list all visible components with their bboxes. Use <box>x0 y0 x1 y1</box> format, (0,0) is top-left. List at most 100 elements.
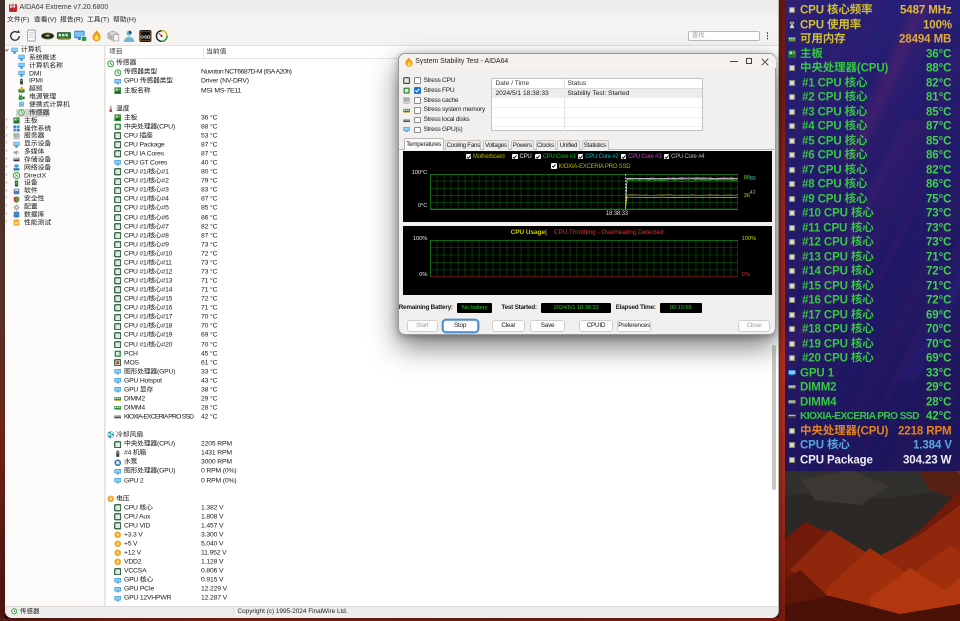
svg-text:CPU #1/: CPU #1/ <box>124 259 149 266</box>
svg-text:88°C: 88°C <box>926 62 951 74</box>
svg-text:#5 CPU: #5 CPU <box>802 135 842 147</box>
svg-text:79 °C: 79 °C <box>201 177 218 185</box>
svg-text:71 °C: 71 °C <box>201 304 218 312</box>
svg-text:CPU #1/: CPU #1/ <box>124 187 149 194</box>
svg-text:CPU: CPU <box>800 19 824 31</box>
svg-text:53 °C: 53 °C <box>201 132 218 140</box>
svg-text:70°C: 70°C <box>926 338 951 350</box>
svg-text:CPU #1/: CPU #1/ <box>124 205 149 212</box>
svg-text:100%: 100% <box>923 19 952 31</box>
svg-text:69°C: 69°C <box>926 309 951 321</box>
svg-text:(V): (V) <box>47 17 56 24</box>
svg-text:33 °C: 33 °C <box>201 367 218 375</box>
svg-text:CPU #1/: CPU #1/ <box>124 223 149 230</box>
svg-text:GPU: GPU <box>124 386 138 393</box>
svg-text:73°C: 73°C <box>926 207 951 219</box>
svg-text:38 °C: 38 °C <box>201 385 218 393</box>
svg-text:CPU: CPU <box>800 4 824 16</box>
svg-text:VDD2: VDD2 <box>124 559 142 566</box>
svg-text:DIMM4: DIMM4 <box>124 405 145 412</box>
svg-text:87 °C: 87 °C <box>201 231 218 239</box>
svg-text:CPU #1/: CPU #1/ <box>124 250 149 257</box>
svg-text:1.457 V: 1.457 V <box>201 523 224 530</box>
svg-text:GPU: GPU <box>124 78 138 85</box>
svg-text:69 °C: 69 °C <box>201 331 218 339</box>
svg-text:CPU #1/: CPU #1/ <box>124 278 149 285</box>
svg-text:CPU #1/: CPU #1/ <box>124 332 149 339</box>
svg-text:#1 CPU: #1 CPU <box>802 77 842 89</box>
svg-text:#3: #3 <box>161 187 169 194</box>
svg-text:#11 CPU: #11 CPU <box>802 222 847 234</box>
svg-text:(CPU): (CPU) <box>856 425 888 437</box>
svg-text:(GPU): (GPU) <box>157 368 175 375</box>
svg-text:71 °C: 71 °C <box>201 277 218 285</box>
svg-text:0 RPM (0%): 0 RPM (0%) <box>201 468 237 475</box>
svg-text:87 °C: 87 °C <box>201 150 218 158</box>
svg-text:72 °C: 72 °C <box>201 295 218 303</box>
svg-text:(CPU): (CPU) <box>856 62 888 74</box>
svg-text:43 °C: 43 °C <box>201 376 218 384</box>
svg-text:DIMM4: DIMM4 <box>800 396 837 408</box>
svg-text:#18 CPU: #18 CPU <box>802 323 848 335</box>
svg-text:CPU: CPU <box>800 439 824 451</box>
svg-text:GPU 1: GPU 1 <box>800 367 834 379</box>
svg-text:82°C: 82°C <box>926 164 951 176</box>
svg-text:(CPU): (CPU) <box>157 123 175 130</box>
svg-text:86 °C: 86 °C <box>201 213 218 221</box>
svg-text:+5 V: +5 V <box>124 541 138 548</box>
svg-text:#13 CPU: #13 CPU <box>802 251 848 263</box>
svg-text:(T): (T) <box>100 17 109 24</box>
svg-text:82°C: 82°C <box>926 77 951 89</box>
svg-text:71°C: 71°C <box>926 280 951 292</box>
svg-text:#9 CPU: #9 CPU <box>802 193 842 205</box>
svg-text:CPU #1/: CPU #1/ <box>124 323 149 330</box>
svg-text:29 °C: 29 °C <box>201 395 218 403</box>
svg-text:#5: #5 <box>161 205 169 212</box>
svg-text:3000 RPM: 3000 RPM <box>201 459 232 466</box>
svg-text:GPU: GPU <box>124 577 138 584</box>
svg-text:Nuvoton NCT6687D-M (ISA A20h): Nuvoton NCT6687D-M (ISA A20h) <box>201 69 292 76</box>
svg-text:#17 CPU: #17 CPU <box>802 309 848 321</box>
svg-text:(R): (R) <box>74 17 83 24</box>
svg-text:304.23 W: 304.23 W <box>903 454 952 466</box>
svg-text:29°C: 29°C <box>926 381 951 393</box>
svg-text:CPU #1/: CPU #1/ <box>124 241 149 248</box>
svg-text:87°C: 87°C <box>926 120 951 132</box>
svg-text:CPU IA Cores: CPU IA Cores <box>124 151 165 158</box>
svg-text:MSI MS-7E11: MSI MS-7E11 <box>201 87 242 94</box>
svg-text:KIOXIA-EXCERIA PRO SSD: KIOXIA-EXCERIA PRO SSD <box>800 411 919 422</box>
svg-text:CPU Package: CPU Package <box>800 454 873 466</box>
svg-text:#8 CPU: #8 CPU <box>802 178 842 190</box>
svg-text:#7 CPU: #7 CPU <box>802 164 842 176</box>
svg-text:71 °C: 71 °C <box>201 286 218 294</box>
svg-text:83 °C: 83 °C <box>201 186 218 194</box>
svg-text:CPU: CPU <box>124 504 138 511</box>
svg-text:CPU Package: CPU Package <box>124 142 165 149</box>
svg-text:DIMM2: DIMM2 <box>124 396 145 403</box>
svg-text:28494 MB: 28494 MB <box>899 33 951 45</box>
svg-text:70 °C: 70 °C <box>201 322 218 330</box>
svg-text:Driver (NV-DRV): Driver (NV-DRV) <box>201 78 249 85</box>
svg-text:73 °C: 73 °C <box>201 240 218 248</box>
svg-text:12.229 V: 12.229 V <box>201 586 228 593</box>
svg-text:73 °C: 73 °C <box>201 258 218 266</box>
svg-text:#4: #4 <box>161 196 169 203</box>
svg-text:CPU VID: CPU VID <box>124 523 150 530</box>
svg-text:#3 CPU: #3 CPU <box>802 106 842 118</box>
svg-text:1431 RPM: 1431 RPM <box>201 450 232 457</box>
svg-text:#19 CPU: #19 CPU <box>802 338 848 350</box>
svg-text:(F): (F) <box>21 17 30 24</box>
svg-text:86°C: 86°C <box>926 178 951 190</box>
svg-text:42 °C: 42 °C <box>201 413 218 421</box>
svg-text:1.382 V: 1.382 V <box>201 504 224 511</box>
svg-text:2218 RPM: 2218 RPM <box>898 425 952 437</box>
svg-text:1.808 V: 1.808 V <box>201 513 224 520</box>
svg-text:#16: #16 <box>161 305 172 312</box>
svg-text:CPU #1/: CPU #1/ <box>124 287 149 294</box>
svg-text:86°C: 86°C <box>926 149 951 161</box>
svg-text:(GPU): (GPU) <box>157 468 175 475</box>
svg-text:#18: #18 <box>161 323 172 330</box>
svg-text:#6: #6 <box>161 214 169 221</box>
svg-text:72°C: 72°C <box>926 294 951 306</box>
svg-text:70°C: 70°C <box>926 323 951 335</box>
